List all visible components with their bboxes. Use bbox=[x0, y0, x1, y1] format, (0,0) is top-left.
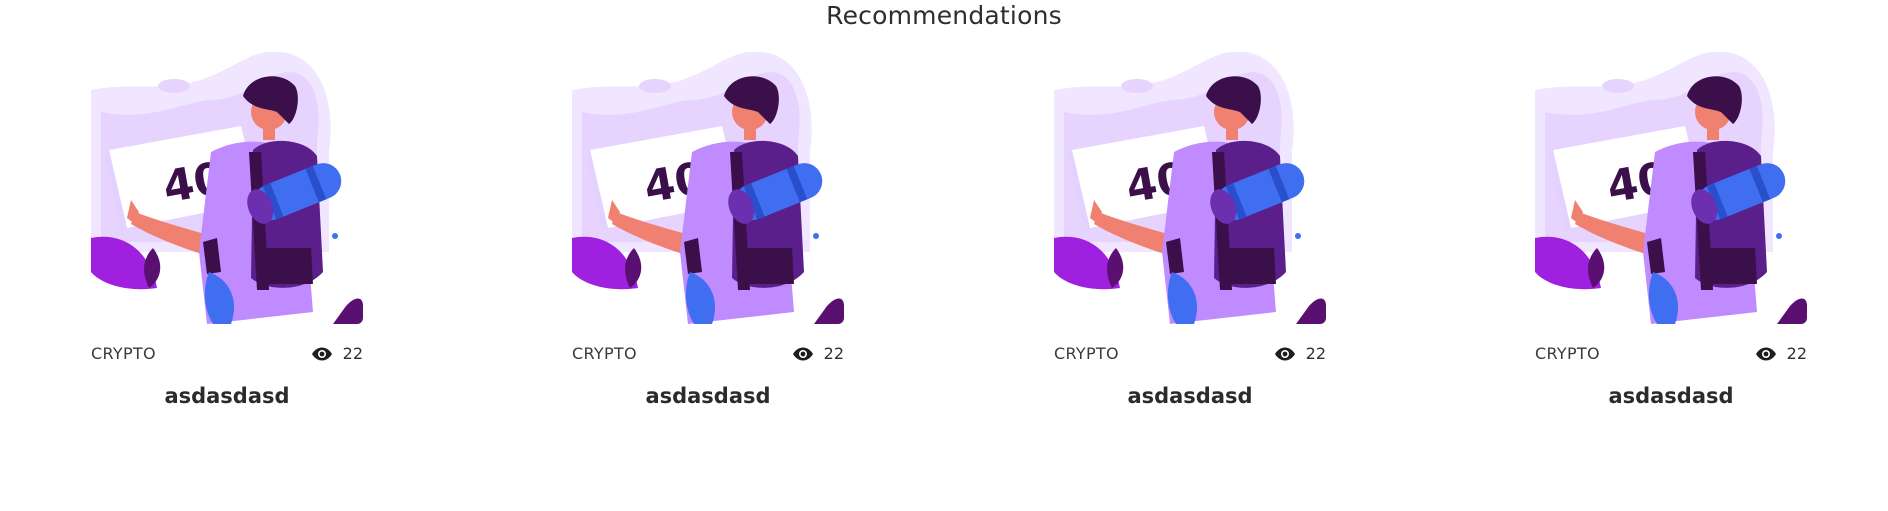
recommendations-section: Recommendations 404 bbox=[0, 0, 1888, 511]
card-thumbnail[interactable]: 404 bbox=[91, 52, 363, 324]
card-thumbnail[interactable]: 404 bbox=[1054, 52, 1326, 324]
card-illustration: 404 bbox=[1535, 52, 1807, 324]
recommendation-card[interactable]: 404 bbox=[91, 52, 363, 409]
category-label[interactable]: CRYPTO bbox=[1054, 344, 1119, 364]
card-meta: CRYPTO 22 bbox=[1054, 344, 1326, 364]
card-meta: CRYPTO 22 bbox=[572, 344, 844, 364]
card-title[interactable]: asdasdasd bbox=[572, 383, 844, 409]
card-thumbnail[interactable]: 404 bbox=[572, 52, 844, 324]
eye-icon bbox=[1755, 347, 1776, 361]
section-title: Recommendations bbox=[826, 1, 1062, 30]
eye-icon bbox=[1274, 347, 1295, 361]
view-count-value: 22 bbox=[823, 344, 844, 363]
card-title[interactable]: asdasdasd bbox=[1535, 383, 1807, 409]
view-count: 22 bbox=[1274, 344, 1326, 364]
card-illustration: 404 bbox=[1054, 52, 1326, 324]
recommendation-card[interactable]: 404 bbox=[1054, 52, 1326, 409]
recommendation-card[interactable]: 404 bbox=[1535, 52, 1807, 409]
view-count: 22 bbox=[311, 344, 363, 364]
category-label[interactable]: CRYPTO bbox=[91, 344, 156, 364]
category-label[interactable]: CRYPTO bbox=[572, 344, 637, 364]
card-meta: CRYPTO 22 bbox=[1535, 344, 1807, 364]
card-title[interactable]: asdasdasd bbox=[1054, 383, 1326, 409]
recommendation-card[interactable]: 404 bbox=[572, 52, 844, 409]
card-illustration: 404 bbox=[91, 52, 363, 324]
eye-icon bbox=[792, 347, 813, 361]
view-count-value: 22 bbox=[342, 344, 363, 363]
view-count-value: 22 bbox=[1786, 344, 1807, 363]
view-count-value: 22 bbox=[1305, 344, 1326, 363]
eye-icon bbox=[311, 347, 332, 361]
card-title[interactable]: asdasdasd bbox=[91, 383, 363, 409]
card-thumbnail[interactable]: 404 bbox=[1535, 52, 1807, 324]
view-count: 22 bbox=[1755, 344, 1807, 364]
category-label[interactable]: CRYPTO bbox=[1535, 344, 1600, 364]
view-count: 22 bbox=[792, 344, 844, 364]
card-meta: CRYPTO 22 bbox=[91, 344, 363, 364]
card-illustration: 404 bbox=[572, 52, 844, 324]
